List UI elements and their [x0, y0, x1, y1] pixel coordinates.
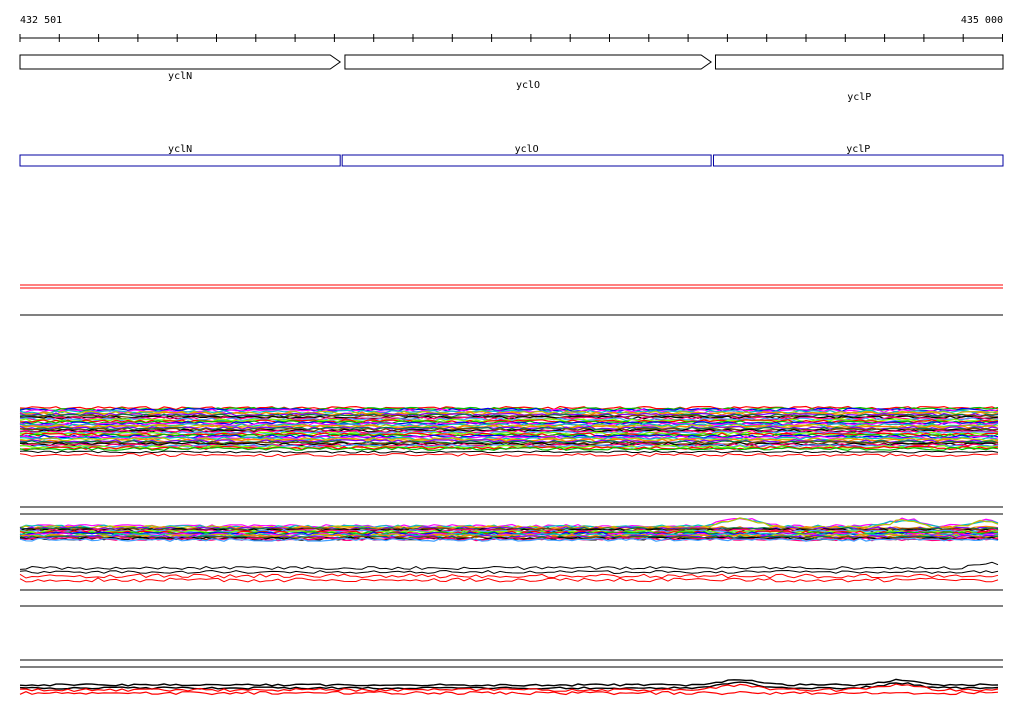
annotation-track: yclN yclO yclP	[19, 144, 1004, 167]
expression-trace	[19, 452, 999, 458]
annotation-label: yclN	[168, 144, 192, 155]
expression-trace	[19, 573, 999, 579]
annotation-yclP	[712, 154, 1004, 167]
gene-yclO	[344, 54, 713, 70]
expression-trace	[19, 577, 999, 583]
gene-label: yclN	[168, 71, 192, 82]
gene-label: yclO	[516, 80, 540, 91]
ruler-end-label: 435 000	[961, 15, 1003, 26]
expression-trace	[19, 569, 999, 575]
annotation-yclN	[19, 154, 341, 167]
gene-yclP	[714, 54, 1004, 70]
genome-browser-view: 432 501 435 000 yclNyclOyclP yclN yclO ycl…	[19, 15, 1004, 696]
annotation-label: yclP	[846, 144, 870, 155]
gene-label: yclP	[847, 92, 871, 103]
coordinate-ruler: 432 501 435 000	[19, 15, 1003, 42]
expression-signal-tracks	[19, 284, 1003, 696]
gene-track: yclN yclO yclP	[19, 54, 1004, 103]
annotation-yclO	[341, 154, 712, 167]
gene-yclN	[19, 54, 342, 70]
expression-trace	[19, 690, 999, 696]
ruler-start-label: 432 501	[20, 15, 62, 26]
expression-trace	[19, 678, 999, 687]
expression-trace	[19, 561, 999, 571]
annotation-label: yclO	[515, 144, 539, 155]
expression-trace	[19, 450, 999, 454]
